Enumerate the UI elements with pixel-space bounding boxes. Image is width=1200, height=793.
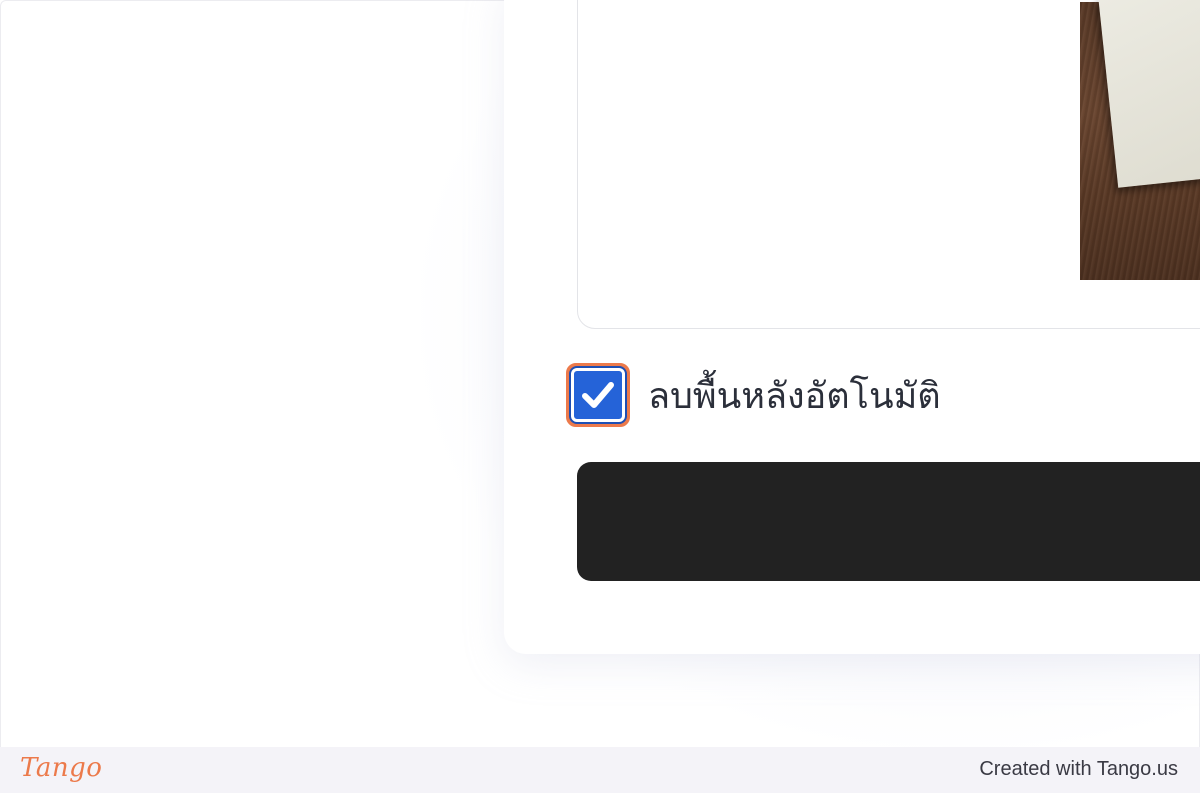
photo-paper-object [1098, 0, 1200, 188]
auto-remove-background-option[interactable]: ลบพื้นหลังอัตโนมัติ [566, 360, 941, 430]
submit-button[interactable] [577, 462, 1200, 581]
uploaded-photo-thumbnail [1080, 0, 1200, 280]
created-with-credit: Created with Tango.us [979, 758, 1178, 780]
auto-remove-background-label: ลบพื้นหลังอัตโนมัติ [648, 375, 941, 417]
checkmark-icon [582, 382, 614, 408]
auto-remove-background-checkbox[interactable] [569, 366, 627, 424]
tango-logo: Tango [20, 753, 103, 783]
click-highlight [566, 363, 630, 427]
tango-footer: Tango Created with Tango.us [0, 747, 1200, 793]
screenshot-frame: ลบพื้นหลังอัตโนมัติ Tango Created with T… [0, 0, 1200, 793]
image-preview-panel [577, 0, 1200, 329]
